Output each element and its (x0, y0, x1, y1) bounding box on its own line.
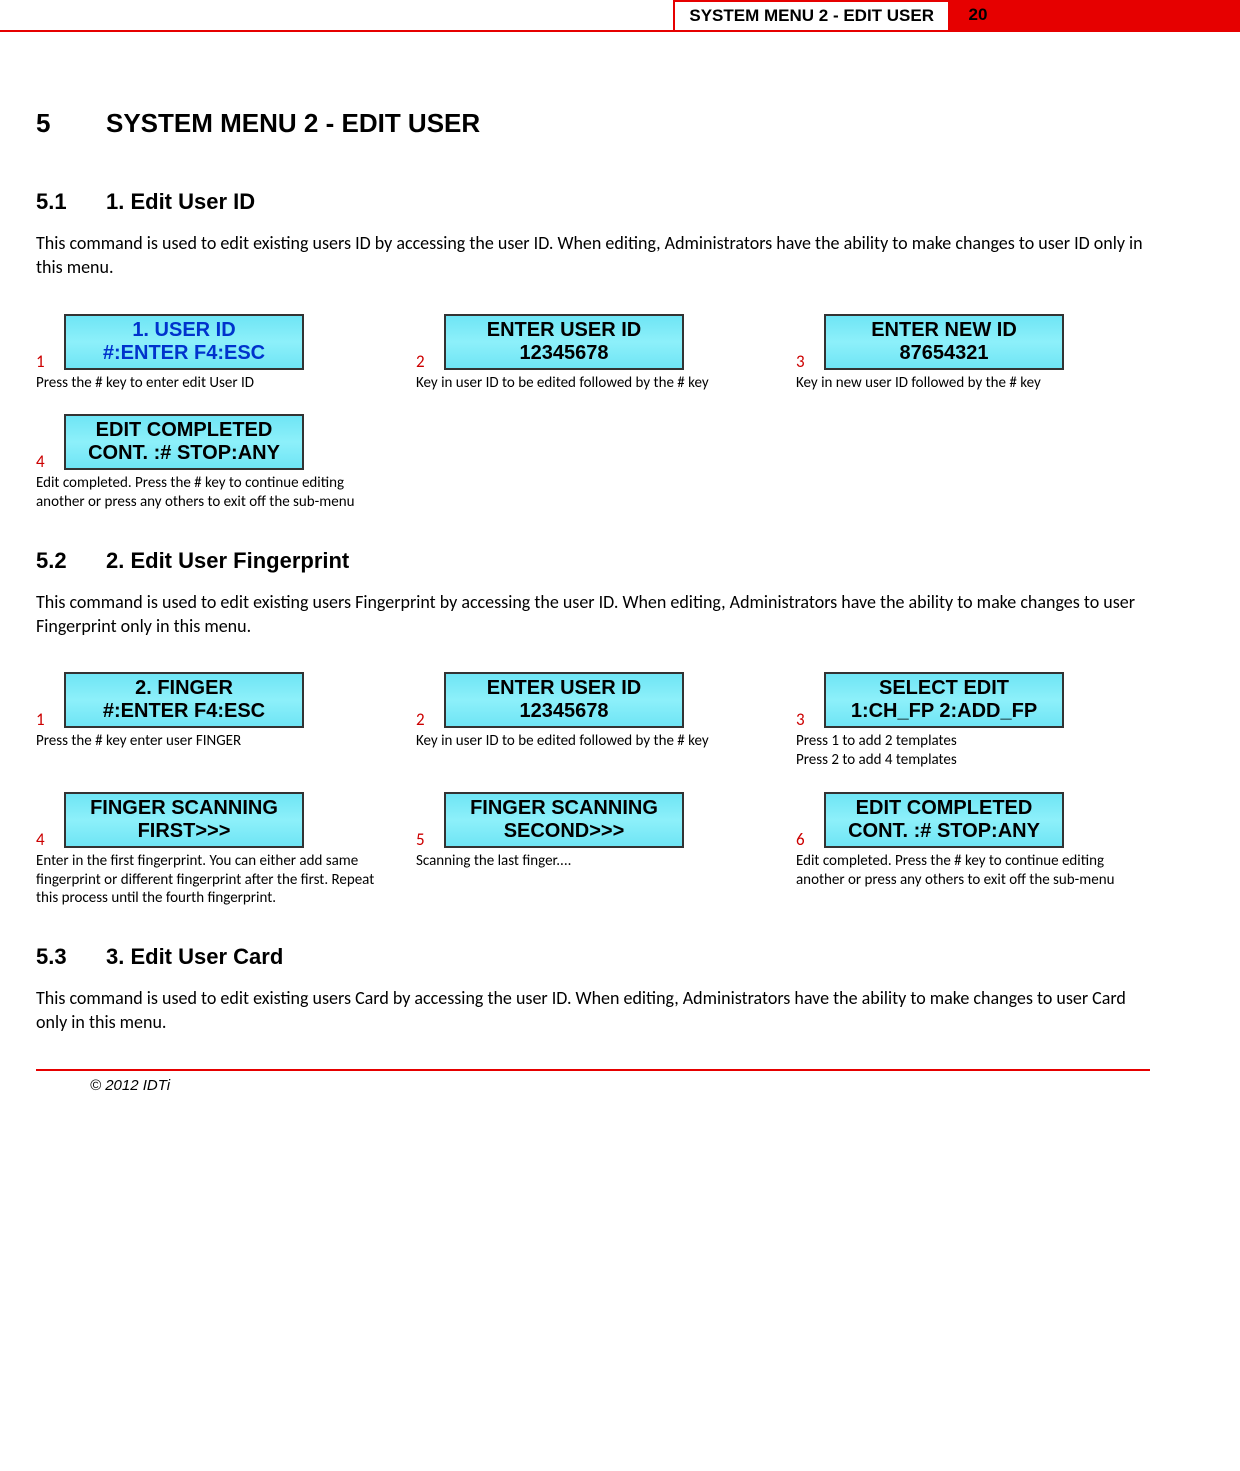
header-red-fill (1008, 0, 1240, 30)
lcd-line-1: FINGER SCANNING (452, 797, 676, 820)
step-cell: 5 FINGER SCANNING SECOND>>> Scanning the… (416, 792, 768, 871)
lcd-line-2: 1:CH_FP 2:ADD_FP (832, 700, 1056, 723)
step-caption: Key in user ID to be edited followed by … (416, 374, 768, 393)
lcd-screen: EDIT COMPLETED CONT. :# STOP:ANY (824, 792, 1064, 848)
step-cell: 2 ENTER USER ID 12345678 Key in user ID … (416, 314, 768, 393)
sub1-row-2: 4 EDIT COMPLETED CONT. :# STOP:ANY Edit … (36, 414, 1150, 512)
subsection-title: 2. Edit User Fingerprint (106, 548, 349, 573)
step-cell: 6 EDIT COMPLETED CONT. :# STOP:ANY Edit … (796, 792, 1148, 890)
subsection-5-1-body: This command is used to edit existing us… (36, 231, 1150, 280)
lcd-screen: SELECT EDIT 1:CH_FP 2:ADD_FP (824, 672, 1064, 728)
lcd-screen: 1. USER ID #:ENTER F4:ESC (64, 314, 304, 370)
step-cell: 2 ENTER USER ID 12345678 Key in user ID … (416, 672, 768, 751)
subsection-number: 5.2 (36, 548, 106, 574)
lcd-screen: ENTER NEW ID 87654321 (824, 314, 1064, 370)
step-number: 3 (796, 351, 810, 372)
step-caption: Key in user ID to be edited followed by … (416, 732, 768, 751)
step-number: 1 (36, 351, 50, 372)
step-cell: 3 SELECT EDIT 1:CH_FP 2:ADD_FP Press 1 t… (796, 672, 1148, 770)
lcd-line-2: #:ENTER F4:ESC (72, 700, 296, 723)
step-caption: Scanning the last finger.... (416, 852, 768, 871)
lcd-screen: FINGER SCANNING SECOND>>> (444, 792, 684, 848)
lcd-line-1: ENTER USER ID (452, 677, 676, 700)
lcd-line-2: 12345678 (452, 342, 676, 365)
step-cell: 1 2. FINGER #:ENTER F4:ESC Press the # k… (36, 672, 388, 751)
step-caption: Enter in the first fingerprint. You can … (36, 852, 388, 908)
step-number: 6 (796, 829, 810, 850)
step-caption: Press the # key enter user FINGER (36, 732, 388, 751)
step-caption: Key in new user ID followed by the # key (796, 374, 1148, 393)
section-title: SYSTEM MENU 2 - EDIT USER (106, 108, 480, 138)
sub2-row-2: 4 FINGER SCANNING FIRST>>> Enter in the … (36, 792, 1150, 908)
subsection-5-1-heading: 5.11. Edit User ID (36, 189, 1150, 215)
sub1-row-1: 1 1. USER ID #:ENTER F4:ESC Press the # … (36, 314, 1150, 393)
lcd-line-2: 87654321 (832, 342, 1056, 365)
lcd-screen: ENTER USER ID 12345678 (444, 314, 684, 370)
subsection-number: 5.1 (36, 189, 106, 215)
subsection-title: 1. Edit User ID (106, 189, 255, 214)
lcd-line-2: #:ENTER F4:ESC (72, 342, 296, 365)
subsection-number: 5.3 (36, 944, 106, 970)
sub2-row-1: 1 2. FINGER #:ENTER F4:ESC Press the # k… (36, 672, 1150, 770)
step-cell: 4 FINGER SCANNING FIRST>>> Enter in the … (36, 792, 388, 908)
step-cell: 1 1. USER ID #:ENTER F4:ESC Press the # … (36, 314, 388, 393)
page-content: 5SYSTEM MENU 2 - EDIT USER 5.11. Edit Us… (0, 38, 1240, 1035)
step-number: 4 (36, 451, 50, 472)
page-footer: © 2012 IDTi (36, 1069, 1150, 1100)
header-page-number: 20 (948, 0, 1008, 30)
lcd-line-1: ENTER NEW ID (832, 319, 1056, 342)
lcd-line-1: SELECT EDIT (832, 677, 1056, 700)
subsection-title: 3. Edit User Card (106, 944, 283, 969)
header-title: SYSTEM MENU 2 - EDIT USER (673, 0, 948, 30)
lcd-line-2: SECOND>>> (452, 820, 676, 843)
lcd-line-2: FIRST>>> (72, 820, 296, 843)
lcd-line-1: EDIT COMPLETED (832, 797, 1056, 820)
step-number: 4 (36, 829, 50, 850)
header-spacer (0, 0, 673, 30)
lcd-line-2: 12345678 (452, 700, 676, 723)
step-caption: Press the # key to enter edit User ID (36, 374, 388, 393)
footer-copyright: © 2012 IDTi (36, 1077, 1150, 1094)
step-number: 2 (416, 351, 430, 372)
section-number: 5 (36, 108, 106, 139)
subsection-5-3-heading: 5.33. Edit User Card (36, 944, 1150, 970)
step-number: 2 (416, 709, 430, 730)
lcd-line-2: CONT. :# STOP:ANY (832, 820, 1056, 843)
lcd-line-1: FINGER SCANNING (72, 797, 296, 820)
section-heading: 5SYSTEM MENU 2 - EDIT USER (36, 108, 1150, 139)
step-cell: 3 ENTER NEW ID 87654321 Key in new user … (796, 314, 1148, 393)
lcd-screen: EDIT COMPLETED CONT. :# STOP:ANY (64, 414, 304, 470)
step-caption: Press 1 to add 2 templates Press 2 to ad… (796, 732, 1148, 770)
subsection-5-2-heading: 5.22. Edit User Fingerprint (36, 548, 1150, 574)
lcd-screen: FINGER SCANNING FIRST>>> (64, 792, 304, 848)
subsection-5-3-body: This command is used to edit existing us… (36, 986, 1150, 1035)
lcd-line-1: ENTER USER ID (452, 319, 676, 342)
page-header: SYSTEM MENU 2 - EDIT USER 20 (0, 0, 1240, 32)
step-caption: Edit completed. Press the # key to conti… (796, 852, 1148, 890)
lcd-screen: 2. FINGER #:ENTER F4:ESC (64, 672, 304, 728)
lcd-line-1: EDIT COMPLETED (72, 419, 296, 442)
step-number: 1 (36, 709, 50, 730)
lcd-screen: ENTER USER ID 12345678 (444, 672, 684, 728)
step-number: 3 (796, 709, 810, 730)
subsection-5-2-body: This command is used to edit existing us… (36, 590, 1150, 639)
step-number: 5 (416, 829, 430, 850)
lcd-line-1: 1. USER ID (72, 319, 296, 342)
lcd-line-1: 2. FINGER (72, 677, 296, 700)
step-caption: Edit completed. Press the # key to conti… (36, 474, 388, 512)
step-cell: 4 EDIT COMPLETED CONT. :# STOP:ANY Edit … (36, 414, 388, 512)
lcd-line-2: CONT. :# STOP:ANY (72, 442, 296, 465)
